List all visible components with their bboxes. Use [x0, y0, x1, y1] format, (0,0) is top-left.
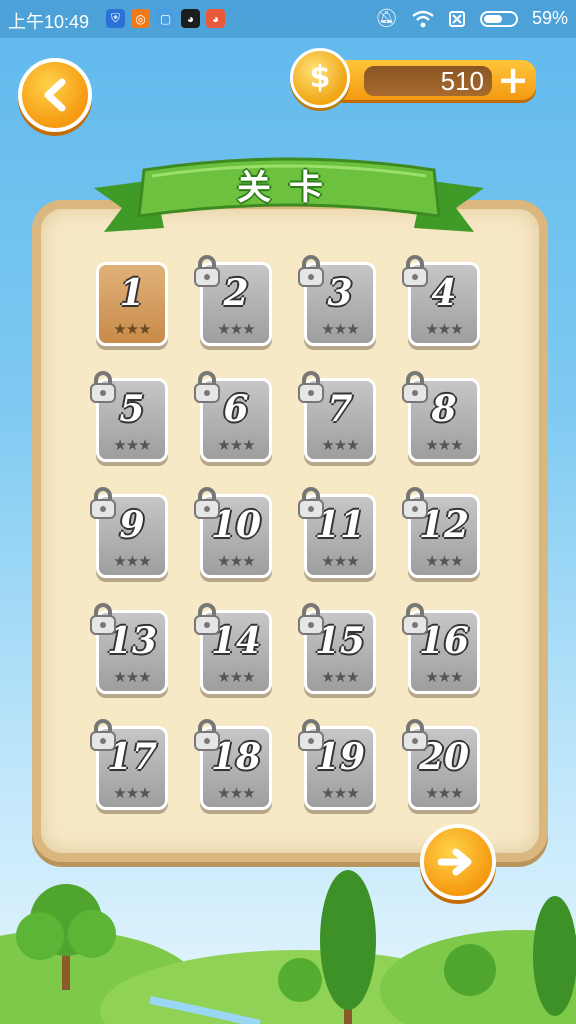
lock-icon — [90, 371, 116, 403]
star-rating: ★★★ — [113, 784, 151, 802]
lock-icon — [194, 255, 220, 287]
shield-app-icon: ⛨ — [106, 9, 125, 28]
page-title: 关卡 — [237, 168, 341, 208]
level-button-5[interactable]: 5 ★★★ — [90, 371, 168, 462]
lock-icon — [402, 255, 428, 287]
level-button-9[interactable]: 9 ★★★ — [90, 487, 168, 578]
title-banner: 关卡 — [94, 150, 484, 250]
lock-icon — [194, 487, 220, 519]
lock-icon — [194, 603, 220, 635]
star-rating: ★★★ — [113, 436, 151, 454]
star-rating: ★★★ — [217, 784, 255, 802]
lock-icon — [402, 603, 428, 635]
level-button-15[interactable]: 15 ★★★ — [298, 603, 376, 694]
no-sim-icon — [448, 10, 465, 27]
level-button-7[interactable]: 7 ★★★ — [298, 371, 376, 462]
star-rating: ★★★ — [425, 436, 463, 454]
battery-percent: 59% — [531, 8, 568, 28]
star-rating: ★★★ — [217, 320, 255, 338]
star-rating: ★★★ — [113, 668, 151, 686]
add-coins-button[interactable]: + — [496, 61, 530, 99]
battery-icon — [479, 10, 518, 27]
lock-icon — [194, 719, 220, 751]
level-button-3[interactable]: 3 ★★★ — [298, 255, 376, 346]
level-button-12[interactable]: 12 ★★★ — [402, 487, 480, 578]
coin-icon: $ — [290, 48, 350, 108]
level-button-20[interactable]: 20 ★★★ — [402, 719, 480, 810]
star-rating: ★★★ — [321, 552, 359, 570]
lock-icon — [298, 255, 324, 287]
wifi-icon — [412, 10, 434, 27]
star-rating: ★★★ — [425, 784, 463, 802]
level-button-8[interactable]: 8 ★★★ — [402, 371, 480, 462]
lock-icon — [298, 487, 324, 519]
lock-icon — [298, 719, 324, 751]
lock-icon — [90, 719, 116, 751]
lock-icon — [298, 371, 324, 403]
qq-app-icon-2: ◕ — [206, 9, 225, 28]
star-rating: ★★★ — [425, 552, 463, 570]
star-rating: ★★★ — [321, 320, 359, 338]
star-rating: ★★★ — [113, 552, 151, 570]
level-button-10[interactable]: 10 ★★★ — [194, 487, 272, 578]
coin-value: 510 — [364, 66, 492, 96]
level-number: 1 — [119, 272, 145, 314]
level-button-1[interactable]: 1 ★★★ — [96, 262, 168, 346]
star-rating: ★★★ — [425, 320, 463, 338]
level-button-4[interactable]: 4 ★★★ — [402, 255, 480, 346]
star-rating: ★★★ — [217, 436, 255, 454]
star-rating: ★★★ — [113, 320, 151, 338]
qq-app-icon: ◕ — [181, 9, 200, 28]
status-time: 上午10:49 — [8, 12, 90, 32]
level-button-11[interactable]: 11 ★★★ — [298, 487, 376, 578]
lock-icon — [90, 603, 116, 635]
mute-icon: 🔕︎ — [375, 8, 398, 28]
lock-icon — [402, 371, 428, 403]
lock-icon — [298, 603, 324, 635]
level-button-14[interactable]: 14 ★★★ — [194, 603, 272, 694]
lock-icon — [194, 371, 220, 403]
level-button-6[interactable]: 6 ★★★ — [194, 371, 272, 462]
star-rating: ★★★ — [217, 552, 255, 570]
landscape-scenery — [0, 870, 576, 1024]
star-rating: ★★★ — [217, 668, 255, 686]
level-button-16[interactable]: 16 ★★★ — [402, 603, 480, 694]
coin-counter: $ 510 + — [290, 48, 538, 108]
level-button-2[interactable]: 2 ★★★ — [194, 255, 272, 346]
level-button-13[interactable]: 13 ★★★ — [90, 603, 168, 694]
level-button-17[interactable]: 17 ★★★ — [90, 719, 168, 810]
lock-icon — [402, 719, 428, 751]
star-rating: ★★★ — [321, 668, 359, 686]
status-bar: 上午10:49 ⛨ ◎ ▢ ◕ ◕ 🔕︎ 59% — [0, 0, 576, 38]
chevron-left-icon — [44, 78, 66, 112]
star-rating: ★★★ — [321, 784, 359, 802]
square-app-icon: ▢ — [156, 9, 175, 28]
star-rating: ★★★ — [425, 668, 463, 686]
star-rating: ★★★ — [321, 436, 359, 454]
lock-icon — [402, 487, 428, 519]
notification-icons: ⛨ ◎ ▢ ◕ ◕ — [106, 9, 225, 28]
level-button-18[interactable]: 18 ★★★ — [194, 719, 272, 810]
back-button[interactable] — [18, 58, 92, 132]
browser-app-icon: ◎ — [131, 9, 150, 28]
lock-icon — [90, 487, 116, 519]
level-button-19[interactable]: 19 ★★★ — [298, 719, 376, 810]
